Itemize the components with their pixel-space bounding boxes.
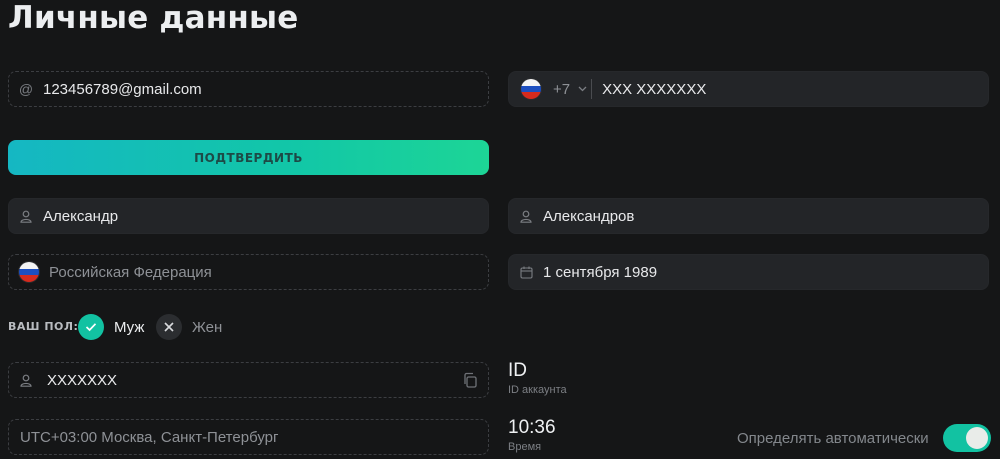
close-icon[interactable] [156, 314, 182, 340]
auto-detect-toggle[interactable] [943, 424, 991, 452]
page-title: Личные данные [8, 0, 299, 36]
email-field[interactable]: @ 123456789@gmail.com [8, 71, 489, 107]
phone-field[interactable]: +7 XXX XXXXXXX [508, 71, 989, 107]
auto-detect-label: Определять автоматически [737, 430, 929, 447]
gender-male-label: Муж [114, 318, 145, 336]
timezone-value: UTC+03:00 Москва, Санкт-Петербург [20, 428, 279, 446]
first-name-field[interactable]: Александр [8, 198, 489, 234]
phone-divider [591, 79, 593, 99]
birth-date-field[interactable]: 1 сентября 1989 [508, 254, 989, 290]
toggle-knob [966, 427, 988, 449]
copy-icon[interactable] [462, 372, 478, 394]
country-placeholder: Российская Федерация [49, 263, 212, 281]
gender-option-male[interactable]: Муж [78, 314, 144, 340]
confirm-button[interactable]: ПОДТВЕРДИТЬ [8, 140, 489, 175]
account-field[interactable]: XXXXXXX [8, 362, 489, 398]
time-block: 10:36 Время [508, 417, 556, 453]
calendar-icon [509, 266, 543, 279]
account-value: XXXXXXX [47, 371, 118, 389]
country-field[interactable]: Российская Федерация [8, 254, 489, 290]
user-icon [509, 210, 543, 223]
account-id-caption: ID аккаунта [508, 384, 567, 396]
first-name-value: Александр [43, 207, 119, 225]
russia-flag-icon [18, 261, 40, 283]
at-icon: @ [18, 81, 34, 97]
russia-flag-icon [520, 78, 542, 100]
phone-country-code[interactable]: +7 [553, 81, 570, 98]
time-caption: Время [508, 441, 542, 453]
account-id-value: ID [508, 360, 527, 381]
birth-date-value: 1 сентября 1989 [543, 263, 658, 281]
phone-value: XXX XXXXXXX [602, 80, 707, 98]
time-value: 10:36 [508, 417, 556, 438]
last-name-value: Александров [543, 207, 635, 225]
account-id-block: ID ID аккаунта [508, 360, 567, 396]
gender-label: ВАШ ПОЛ: [8, 320, 79, 333]
check-icon[interactable] [78, 314, 104, 340]
email-value: 123456789@gmail.com [43, 80, 202, 98]
chevron-down-icon[interactable] [578, 86, 587, 92]
user-icon [9, 374, 43, 387]
timezone-field[interactable]: UTC+03:00 Москва, Санкт-Петербург [8, 419, 489, 455]
user-icon [9, 210, 43, 223]
gender-option-female[interactable]: Жен [156, 314, 222, 340]
last-name-field[interactable]: Александров [508, 198, 989, 234]
gender-female-label: Жен [192, 318, 223, 336]
